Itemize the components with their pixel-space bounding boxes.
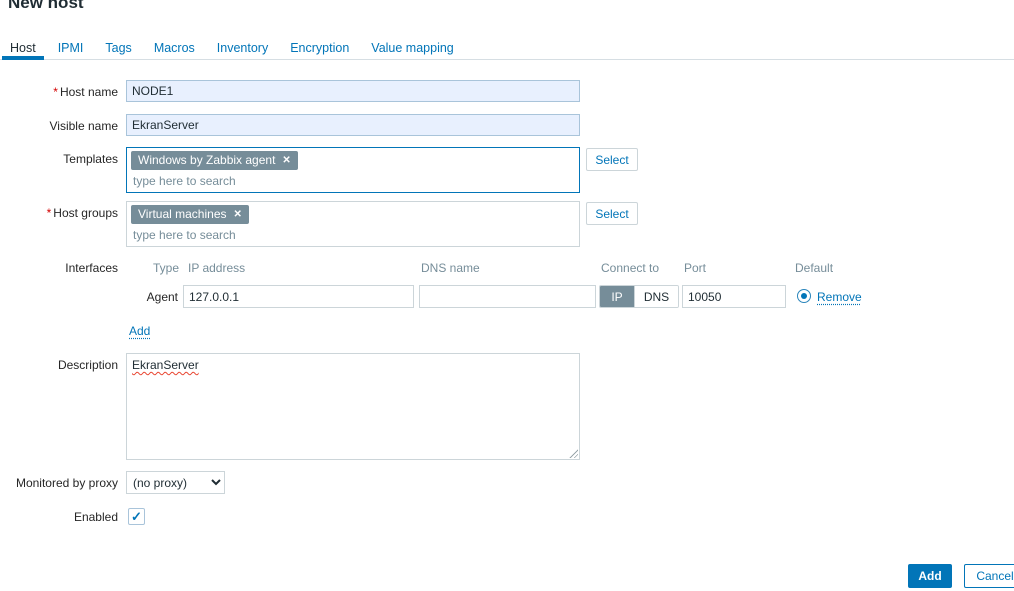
chip-remove-icon[interactable]: ✕	[234, 210, 242, 220]
interface-type-agent: Agent	[120, 290, 178, 304]
visible-name-label: Visible name	[0, 119, 118, 133]
interface-dns-input[interactable]	[419, 285, 596, 308]
add-host-button[interactable]: Add	[908, 564, 952, 588]
templates-chip[interactable]: Windows by Zabbix agent✕	[131, 151, 298, 170]
tab-host[interactable]: Host	[2, 38, 44, 59]
visible-name-input[interactable]	[126, 114, 580, 136]
interfaces-header-default: Default	[795, 261, 833, 275]
templates-search-input[interactable]	[131, 170, 571, 190]
chip-remove-icon[interactable]: ✕	[282, 156, 290, 166]
interfaces-label: Interfaces	[0, 261, 118, 275]
templates-multiselect[interactable]: Windows by Zabbix agent✕	[126, 147, 580, 193]
tab-encryption[interactable]: Encryption	[282, 38, 357, 59]
cancel-button[interactable]: Cancel	[964, 564, 1014, 588]
tab-bar: Host IPMI Tags Macros Inventory Encrypti…	[0, 38, 1014, 60]
interfaces-header-ip: IP address	[188, 261, 245, 275]
default-interface-radio[interactable]	[797, 289, 811, 303]
host-groups-label: *Host groups	[0, 206, 118, 220]
interface-port-input[interactable]	[682, 285, 786, 308]
new-host-form-page: New host Host IPMI Tags Macros Inventory…	[0, 0, 1014, 591]
interface-ip-input[interactable]	[183, 285, 414, 308]
interfaces-header-port: Port	[684, 261, 706, 275]
required-asterisk: *	[53, 85, 58, 99]
templates-select-button[interactable]: Select	[586, 148, 638, 171]
add-interface-link[interactable]: Add	[129, 324, 150, 338]
tab-macros[interactable]: Macros	[146, 38, 203, 59]
host-name-input[interactable]	[126, 80, 580, 102]
tab-value-mapping[interactable]: Value mapping	[363, 38, 461, 59]
remove-interface-link[interactable]: Remove	[817, 290, 862, 304]
description-text: EkranServer	[132, 358, 199, 372]
interfaces-header-dns: DNS name	[421, 261, 480, 275]
host-groups-search-input[interactable]	[131, 224, 571, 244]
description-textarea[interactable]: EkranServer	[126, 353, 580, 460]
connect-to-toggle: IP DNS	[599, 285, 679, 308]
tab-tags[interactable]: Tags	[97, 38, 139, 59]
enabled-label: Enabled	[0, 510, 118, 524]
tab-inventory[interactable]: Inventory	[209, 38, 276, 59]
templates-label: Templates	[0, 152, 118, 166]
host-groups-select-button[interactable]: Select	[586, 202, 638, 225]
description-label: Description	[0, 358, 118, 372]
proxy-label: Monitored by proxy	[0, 476, 118, 490]
host-groups-chip[interactable]: Virtual machines✕	[131, 205, 249, 224]
proxy-select[interactable]: (no proxy)	[126, 471, 225, 494]
checkmark-icon: ✓	[131, 509, 142, 524]
host-name-label: *Host name	[0, 85, 118, 99]
tab-ipmi[interactable]: IPMI	[50, 38, 92, 59]
host-groups-multiselect[interactable]: Virtual machines✕	[126, 201, 580, 247]
page-title: New host	[8, 0, 84, 13]
connect-to-dns-option[interactable]: DNS	[634, 286, 678, 307]
interfaces-header-type: Type	[153, 261, 179, 275]
interfaces-header-connect-to: Connect to	[601, 261, 659, 275]
required-asterisk: *	[47, 206, 52, 220]
connect-to-ip-option[interactable]: IP	[600, 286, 634, 307]
enabled-checkbox[interactable]: ✓	[128, 508, 145, 525]
